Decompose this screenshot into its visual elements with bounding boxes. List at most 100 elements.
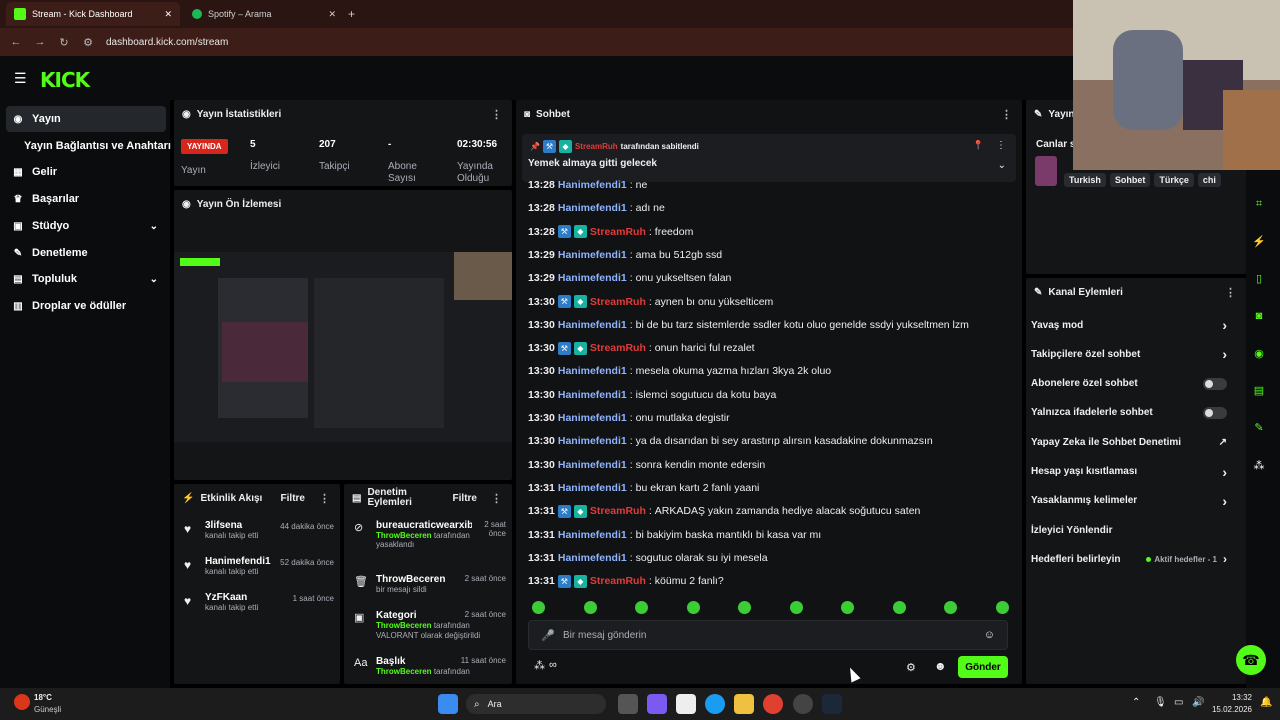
sidebar-item-stream-key[interactable]: Yayın Bağlantısı ve Anahtarı <box>18 133 178 159</box>
pinned-message[interactable]: 📌 ⚒ ◆ StreamRuh tarafından sabitlendi Ye… <box>522 134 1016 182</box>
chat-message[interactable]: 13:30 Hanimefendi1: mesela okuma yazma hız… <box>528 362 831 380</box>
tag[interactable]: Sohbet <box>1109 173 1151 187</box>
channel-action[interactable]: Yapay Zeka ile Sohbet Denetimi ↗ <box>1031 431 1227 453</box>
chrome-icon[interactable] <box>763 694 783 714</box>
stream-preview-video[interactable] <box>174 252 512 442</box>
chat-message[interactable]: 13:29 Hanimefendi1: onu yukseltsen falan <box>528 269 731 287</box>
more-icon[interactable]: ⋮ <box>319 492 330 505</box>
mic-icon[interactable]: 🎤 <box>541 629 555 642</box>
toggle-switch[interactable] <box>1203 377 1227 390</box>
emote-icon[interactable] <box>738 601 751 614</box>
chat-message[interactable]: 13:31 Hanimefendi1: bi bakiyim baska mantı… <box>528 526 821 544</box>
tab-kick-dashboard[interactable]: Stream - Kick Dashboard ✕ <box>6 2 180 26</box>
sidebar-item-basarilar[interactable]: ♛ Başarılar <box>6 186 166 212</box>
mic-icon[interactable]: 🎙 <box>1154 697 1167 708</box>
chat-message[interactable]: 13:30 Hanimefendi1: onu mutlaka degistir <box>528 409 730 427</box>
chat-username[interactable]: Hanimefendi1 <box>558 435 627 447</box>
more-tools-icon[interactable]: ⁂ <box>1246 452 1272 478</box>
chat-message[interactable]: 13:31 ⚒ ◆ StreamRuh: ARKADAŞ yakın zamanda h… <box>528 502 920 520</box>
category-thumbnail[interactable] <box>1035 156 1057 186</box>
more-icon[interactable]: ⋮ <box>491 492 502 505</box>
clock-time[interactable]: 13:32 <box>1214 693 1252 702</box>
channel-action[interactable]: Yasaklanmış kelimeler › <box>1031 490 1227 512</box>
emote-picker-icon[interactable]: ☻ <box>934 659 947 673</box>
tag[interactable]: Turkish <box>1064 173 1106 187</box>
close-icon[interactable]: ✕ <box>328 9 336 20</box>
emote-icon[interactable] <box>532 601 545 614</box>
chat-message[interactable]: 13:30 ⚒ ◆ StreamRuh: onun harici ful rezalet <box>528 339 755 357</box>
emoji-icon[interactable]: ☺ <box>984 629 995 641</box>
help-icon[interactable]: ☎ <box>1236 645 1266 675</box>
store-icon[interactable] <box>676 694 696 714</box>
chat-message[interactable]: 13:31 ⚒ ◆ StreamRuh: köümu 2 fanlı? <box>528 572 724 590</box>
moderation-target[interactable]: bureaucraticwearxibk <box>376 520 472 531</box>
chat-message[interactable]: 13:28 ⚒ ◆ StreamRuh: freedom <box>528 223 693 241</box>
chat-message[interactable]: 13:31 Hanimefendi1: bu ekran kartı 2 fanlı… <box>528 479 759 497</box>
steam-icon[interactable] <box>822 694 842 714</box>
weather-temp[interactable]: 18°C <box>34 693 52 702</box>
focus-icon[interactable]: ⌗ <box>1246 191 1272 217</box>
chat-message[interactable]: 13:30 Hanimefendi1: bi de bu tarz sistemle… <box>528 316 969 334</box>
more-icon[interactable]: ⋮ <box>1001 108 1012 121</box>
more-icon[interactable]: ⋮ <box>1225 286 1236 299</box>
sidebar-item-droplar[interactable]: ▥ Droplar ve ödüller <box>6 293 166 319</box>
chat-username[interactable]: Hanimefendi1 <box>558 459 627 471</box>
sidebar-item-gelir[interactable]: ▦ Gelir <box>6 159 166 185</box>
forward-icon[interactable]: → <box>28 36 52 48</box>
panel-icon[interactable]: ▯ <box>1246 265 1272 291</box>
chat-username[interactable]: Hanimefendi1 <box>558 482 627 494</box>
chat-message[interactable]: 13:30 Hanimefendi1: sonra kendin monte ede… <box>528 456 765 474</box>
chevron-down-icon[interactable]: ⌄ <box>998 160 1006 171</box>
chat-input[interactable]: 🎤 Bir mesaj gönderin ☺ <box>528 620 1008 650</box>
emote-icon[interactable] <box>686 601 700 614</box>
more-icon[interactable]: ⋮ <box>996 140 1006 151</box>
settings-icon[interactable]: ⚙ <box>906 661 916 674</box>
chat-message[interactable]: 13:31 Hanimefendi1: sogutuc olarak su iyi … <box>528 549 768 567</box>
chat-message[interactable]: 13:28 Hanimefendi1: ne <box>528 176 647 194</box>
edge-icon[interactable] <box>705 694 725 714</box>
tray-chevron-icon[interactable]: ⌃ <box>1132 697 1140 708</box>
moderator-name[interactable]: ThrowBeceren <box>376 621 432 630</box>
chat-username[interactable]: Hanimefendi1 <box>558 389 627 401</box>
toggle-switch[interactable] <box>1203 406 1227 419</box>
chat-username[interactable]: Hanimefendi1 <box>558 179 627 191</box>
channel-action[interactable]: Yalnızca ifadelerle sohbet <box>1031 402 1227 424</box>
task-view-icon[interactable] <box>618 694 638 714</box>
copilot-icon[interactable] <box>647 694 667 714</box>
sidebar-item-topluluk[interactable]: ▤ Topluluk ⌄ <box>6 266 166 292</box>
sidebar-item-denetleme[interactable]: ✎ Denetleme <box>6 240 166 266</box>
menu-icon[interactable]: ☰ <box>14 70 27 87</box>
site-info-icon[interactable]: ⚙ <box>76 36 100 49</box>
emote-icon[interactable] <box>944 601 957 614</box>
tab-spotify[interactable]: Spotify – Arama ✕ <box>184 2 344 26</box>
emote-icon[interactable] <box>635 601 648 614</box>
notification-icon[interactable]: 🔔 <box>1260 697 1272 708</box>
pinned-author[interactable]: StreamRuh <box>575 142 618 151</box>
volume-icon[interactable]: 🔊 <box>1192 697 1204 708</box>
moderator-name[interactable]: ThrowBeceren <box>376 667 432 676</box>
wrench-icon[interactable]: ✎ <box>1246 414 1272 440</box>
emote-icon[interactable] <box>841 601 854 614</box>
chat-username[interactable]: Hanimefendi1 <box>558 552 627 564</box>
tag[interactable]: Türkçe <box>1154 173 1194 187</box>
moderator-name[interactable]: ThrowBeceren <box>376 531 432 540</box>
new-tab-icon[interactable]: + <box>348 7 355 21</box>
unpin-icon[interactable]: 📍 <box>973 140 984 151</box>
chat-message[interactable]: 13:30 ⚒ ◆ StreamRuh: aynen bı onu yükseltice… <box>528 293 773 311</box>
channel-action[interactable]: Takipçilere özel sohbet › <box>1031 343 1227 365</box>
channel-action[interactable]: Hedefleri belirleyin Aktif hedefler - 1 › <box>1031 548 1227 570</box>
chat-username[interactable]: StreamRuh <box>590 342 646 354</box>
chat-message[interactable]: 13:30 Hanimefendi1: ya da dısarıdan bi sey… <box>528 432 933 450</box>
chat-username[interactable]: StreamRuh <box>590 226 646 238</box>
network-icon[interactable]: ▭ <box>1174 697 1183 708</box>
filter-button[interactable]: Filtre <box>281 493 305 504</box>
chat-username[interactable]: Hanimefendi1 <box>558 202 627 214</box>
chat-username[interactable]: Hanimefendi1 <box>558 249 627 261</box>
tag[interactable]: chi <box>1197 173 1221 187</box>
emote-icon[interactable] <box>995 601 1009 614</box>
channel-action[interactable]: Abonelere özel sohbet <box>1031 373 1227 395</box>
chat-username[interactable]: Hanimefendi1 <box>558 319 627 331</box>
chat-message[interactable]: 13:30 Hanimefendi1: islemci sogutucu da ko… <box>528 386 776 404</box>
chat-username[interactable]: StreamRuh <box>590 575 646 587</box>
chat-message[interactable]: 13:28 Hanimefendi1: adı ne <box>528 199 665 217</box>
